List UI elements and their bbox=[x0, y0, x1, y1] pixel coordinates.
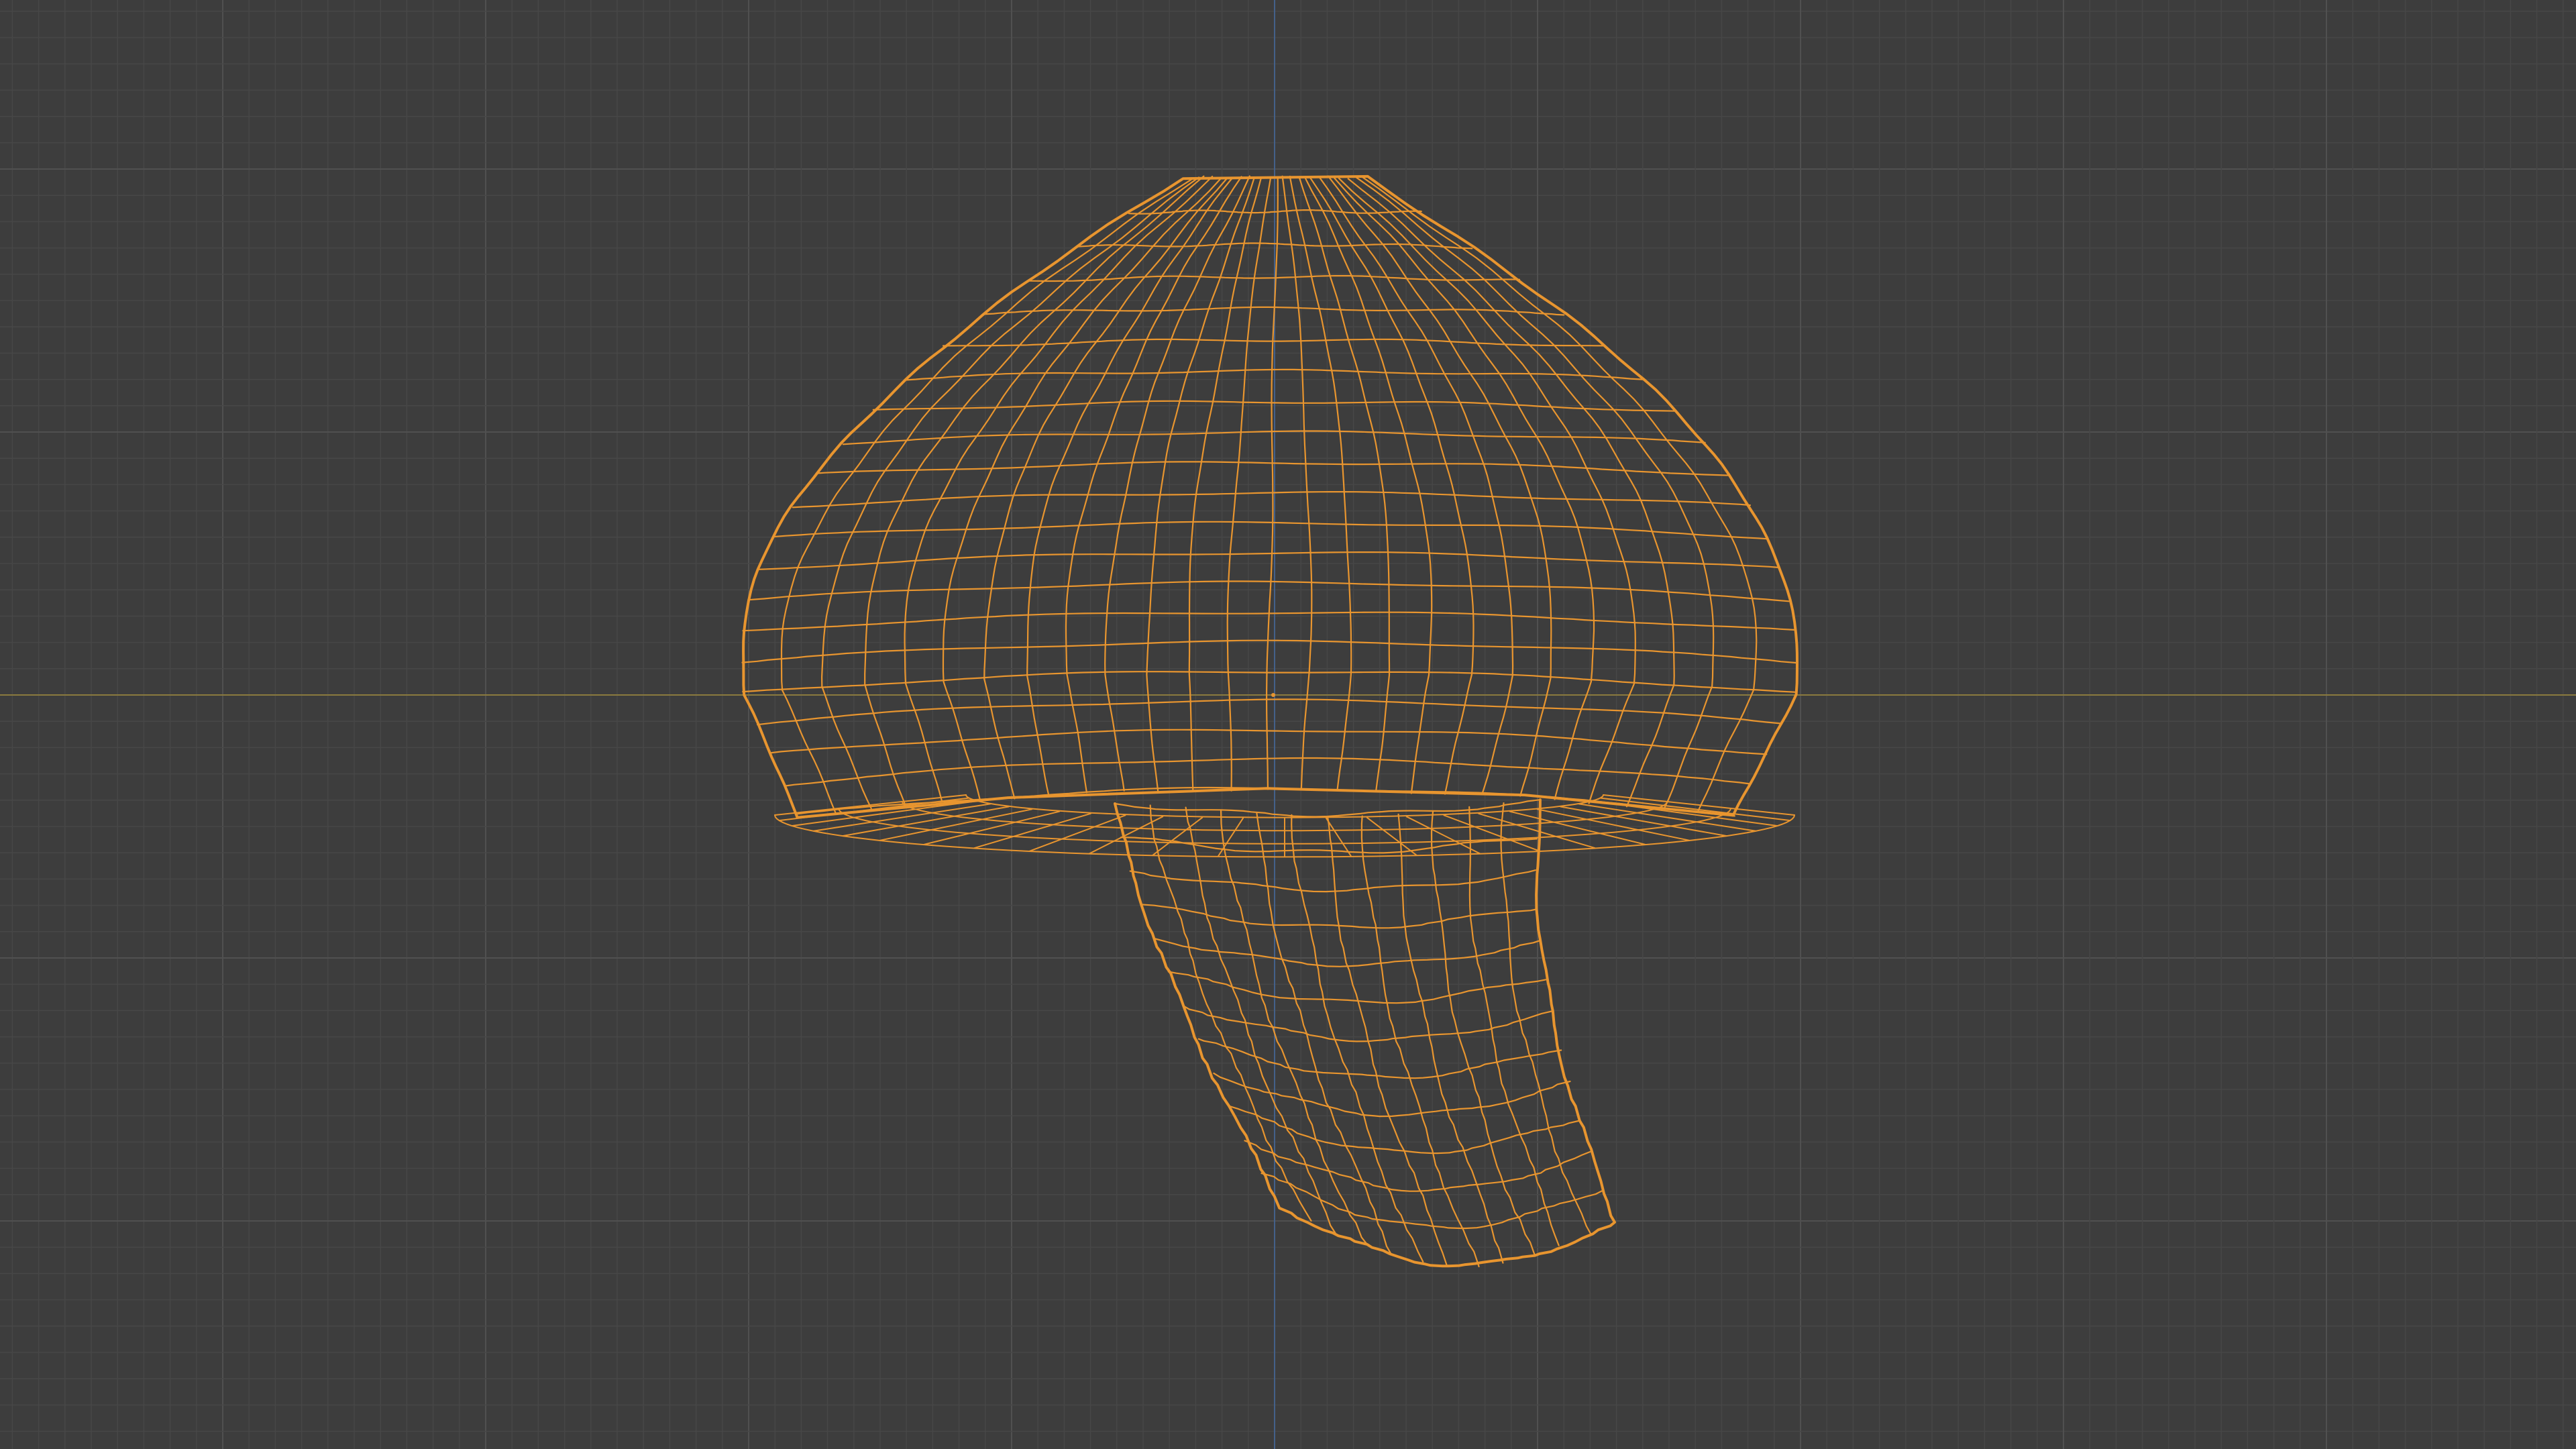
gill-spoke-line bbox=[1366, 816, 1417, 856]
cap-latitude-line bbox=[770, 729, 1768, 755]
object-origin-icon bbox=[1271, 693, 1275, 697]
viewport-canvas[interactable] bbox=[0, 0, 2576, 1449]
stem-vertical-line bbox=[1220, 809, 1368, 1246]
3d-viewport[interactable] bbox=[0, 0, 2576, 1449]
cap-longitude-line bbox=[1289, 175, 1352, 790]
stem-ring-line bbox=[1228, 1105, 1580, 1155]
cap-latitude-line bbox=[747, 580, 1790, 602]
gill-spoke-line bbox=[1405, 816, 1481, 855]
stem-vertical-line bbox=[1397, 813, 1504, 1264]
gill-spoke-line bbox=[1591, 800, 1778, 826]
gill-spoke-line bbox=[1029, 814, 1126, 852]
cap-longitude-line bbox=[1104, 175, 1250, 792]
stem-ring-line bbox=[1153, 937, 1541, 967]
gill-spoke-line bbox=[1478, 812, 1596, 849]
cap-longitude-line bbox=[1332, 176, 1595, 800]
gill-spoke-line bbox=[973, 812, 1091, 849]
stem-ring-line bbox=[1279, 1207, 1616, 1267]
gill-spoke-line bbox=[923, 810, 1061, 845]
stem-ring-line bbox=[1129, 869, 1536, 893]
gill-ring-line bbox=[965, 794, 1604, 818]
cap-latitude-line bbox=[742, 671, 1798, 693]
stem-ring-line bbox=[1183, 1005, 1554, 1042]
gill-spoke-line bbox=[778, 797, 970, 822]
cap-latitude-line bbox=[772, 521, 1768, 540]
cap-longitude-line bbox=[1327, 175, 1552, 797]
cap-longitude-line bbox=[820, 176, 1200, 810]
cap-longitude-line bbox=[1265, 176, 1279, 790]
cap-longitude-line bbox=[1281, 175, 1313, 790]
cap-latitude-line bbox=[741, 639, 1797, 664]
stem-ring-line bbox=[1213, 1072, 1571, 1118]
mushroom-stem-wireframe[interactable] bbox=[1114, 798, 1616, 1268]
cap-latitude-line bbox=[757, 551, 1780, 570]
